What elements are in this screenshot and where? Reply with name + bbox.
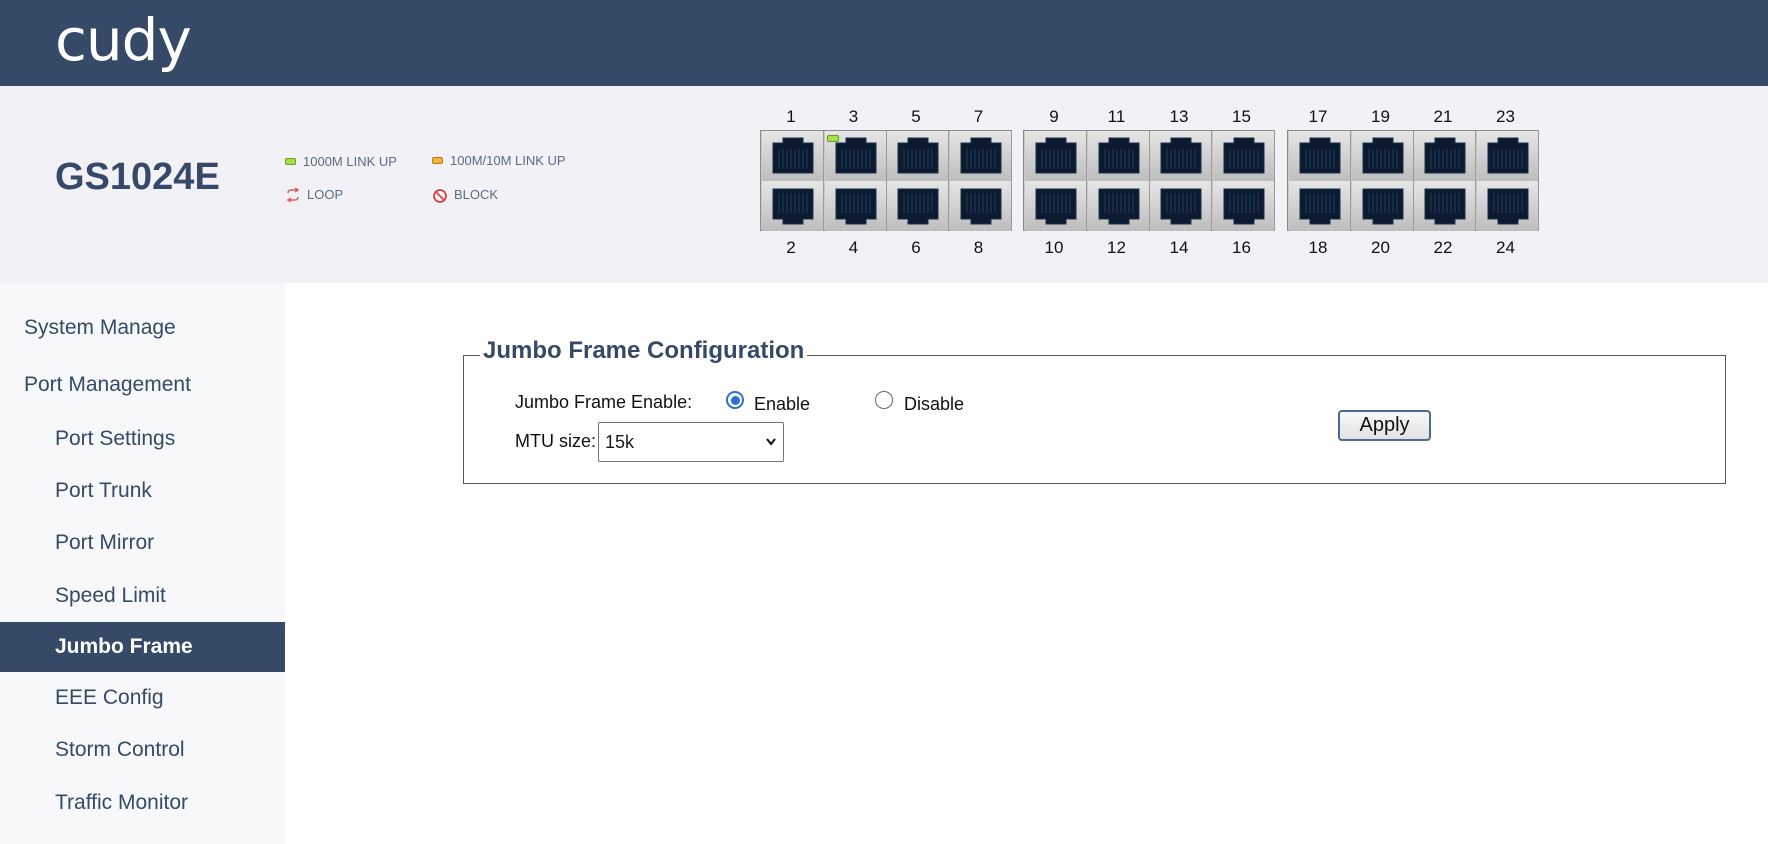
device-model: GS1024E <box>55 156 220 198</box>
port-21[interactable] <box>1414 131 1476 181</box>
port-number-label: 20 <box>1371 238 1390 257</box>
mtu-size-select[interactable]: 15k <box>598 422 784 462</box>
port-4[interactable] <box>824 181 887 231</box>
sidebar-item-port-mirror[interactable]: Port Mirror <box>0 518 285 568</box>
port-number-label: 24 <box>1496 238 1515 257</box>
port-24[interactable] <box>1476 181 1539 231</box>
port-number-label: 15 <box>1232 107 1251 126</box>
port-8[interactable] <box>949 181 1012 231</box>
port-number-label: 16 <box>1232 238 1251 257</box>
section-title: Jumbo Frame Configuration <box>480 337 808 365</box>
port-20[interactable] <box>1351 181 1414 231</box>
port-19[interactable] <box>1351 131 1414 181</box>
port-number-label: 10 <box>1044 238 1064 257</box>
port-number-label: 6 <box>911 238 921 257</box>
jumbo-frame-fieldset <box>463 355 1726 484</box>
port-12[interactable] <box>1087 181 1150 231</box>
port-number-label: 1 <box>786 107 796 126</box>
port-5[interactable] <box>887 131 949 181</box>
device-panel: GS1024E 1000M LINK UP 100M/10M LINK UP L… <box>0 86 1768 283</box>
enable-option-label[interactable]: Enable <box>754 394 810 415</box>
disable-option-label[interactable]: Disable <box>904 394 964 415</box>
port-11[interactable] <box>1087 131 1150 181</box>
loop-icon <box>285 187 301 202</box>
sidebar-item-jumbo-frame[interactable]: Jumbo Frame <box>0 622 285 672</box>
sidebar-item-port-trunk[interactable]: Port Trunk <box>0 466 285 516</box>
green-led-icon <box>285 158 296 165</box>
port-16[interactable] <box>1212 181 1275 231</box>
sidebar-item-speed-limit[interactable]: Speed Limit <box>0 571 285 621</box>
port-number-label: 11 <box>1107 107 1126 126</box>
port-2[interactable] <box>762 181 824 231</box>
port-15[interactable] <box>1212 131 1275 181</box>
port-number-label: 5 <box>911 107 921 126</box>
sidebar: System Manage Port Management Port Setti… <box>0 283 285 844</box>
port-3[interactable] <box>824 131 887 181</box>
sidebar-item-system-manage[interactable]: System Manage <box>0 303 285 353</box>
apply-button[interactable]: Apply <box>1338 410 1431 441</box>
orange-led-icon <box>432 157 443 164</box>
port-number-label: 21 <box>1433 107 1453 126</box>
port-number-label: 2 <box>786 238 796 257</box>
cudy-logo: cudy <box>55 6 192 74</box>
sidebar-item-eee-config[interactable]: EEE Config <box>0 673 285 723</box>
sidebar-item-storm-control[interactable]: Storm Control <box>0 725 285 775</box>
port-number-label: 8 <box>973 238 984 257</box>
port-number-label: 18 <box>1308 238 1328 257</box>
port-7[interactable] <box>949 131 1012 181</box>
port-1[interactable] <box>762 131 824 181</box>
port-number-label: 19 <box>1371 107 1390 126</box>
port-number-label: 3 <box>848 107 859 126</box>
port-18[interactable] <box>1289 181 1351 231</box>
port-17[interactable] <box>1289 131 1351 181</box>
block-icon <box>432 188 448 203</box>
disable-radio[interactable] <box>875 391 893 409</box>
legend-100m: 100M/10M LINK UP <box>432 153 566 168</box>
port-23[interactable] <box>1476 131 1539 181</box>
jumbo-enable-label: Jumbo Frame Enable: <box>515 392 693 412</box>
chevron-down-icon <box>765 423 777 475</box>
port-number-label: 17 <box>1308 107 1328 126</box>
port-number-label: 23 <box>1496 107 1515 126</box>
port-group <box>1287 130 1539 231</box>
enable-radio[interactable] <box>726 391 744 409</box>
port-number-label: 9 <box>1049 107 1059 126</box>
port-14[interactable] <box>1150 181 1212 231</box>
port-number-label: 12 <box>1107 238 1126 257</box>
legend-block: BLOCK <box>432 187 498 203</box>
top-header: cudy <box>0 0 1768 86</box>
port-group <box>1023 130 1275 231</box>
port-22[interactable] <box>1414 181 1476 231</box>
port-13[interactable] <box>1150 131 1212 181</box>
port-6[interactable] <box>887 181 949 231</box>
port-group <box>760 130 1012 231</box>
sidebar-item-port-management[interactable]: Port Management <box>0 360 285 410</box>
legend-1000m: 1000M LINK UP <box>285 154 397 169</box>
port-number-label: 22 <box>1433 238 1453 257</box>
legend-loop: LOOP <box>285 187 343 202</box>
port-number-label: 4 <box>848 238 859 257</box>
sidebar-item-port-settings[interactable]: Port Settings <box>0 414 285 464</box>
port-number-label: 7 <box>973 107 984 126</box>
port-number-label: 13 <box>1169 107 1189 126</box>
mtu-size-label: MTU size: <box>515 431 596 451</box>
port-9[interactable] <box>1025 131 1087 181</box>
link-led-icon <box>826 135 839 142</box>
port-10[interactable] <box>1025 181 1087 231</box>
sidebar-item-traffic-monitor[interactable]: Traffic Monitor <box>0 778 285 828</box>
port-number-label: 14 <box>1169 238 1189 257</box>
